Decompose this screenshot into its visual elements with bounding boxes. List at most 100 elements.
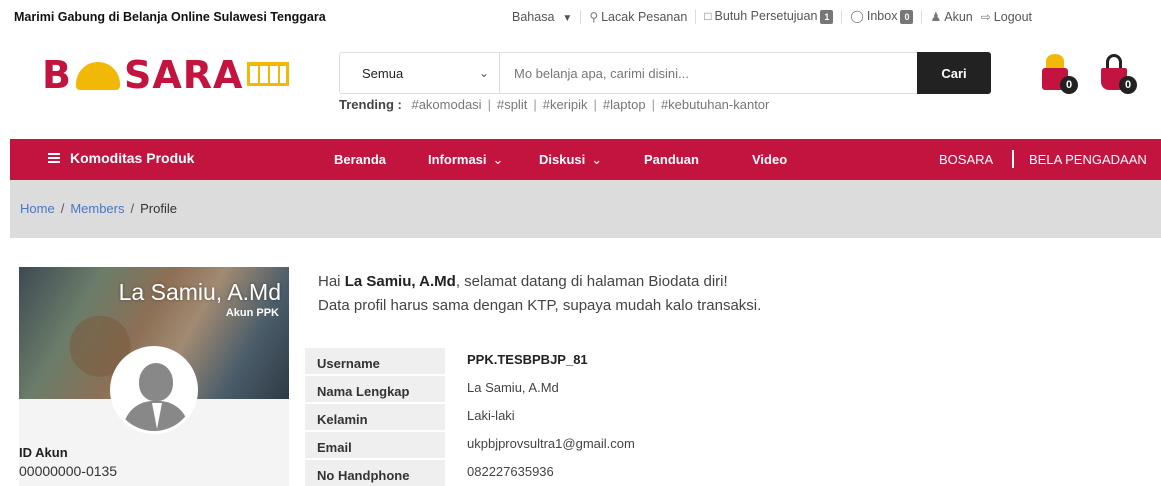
greeting-note: Data profil harus sama dengan KTP, supay… [318,297,762,314]
search-button[interactable]: Cari [917,52,991,94]
divider: | [487,97,491,112]
track-order-link[interactable]: ⚲ Lacak Pesanan [589,10,687,24]
breadcrumb-members[interactable]: Members [70,201,124,216]
divider [580,9,582,24]
chevron-down-icon: ▼ [562,12,573,24]
site-logo[interactable]: B SARA [42,52,290,102]
account-id-value: 00000000-0135 [19,463,118,479]
search-bar: Semua ⌄ Cari [339,52,991,94]
divider: | [533,97,537,112]
category-select[interactable]: Semua ⌄ [340,53,500,93]
field-value: 082227635936 [467,464,554,479]
field-label: Username [305,348,445,374]
clipboard-icon: □ [704,9,712,23]
logout-icon: ⇨ [980,9,991,24]
avatar[interactable] [110,346,198,434]
table-row: Username PPK.TESBPBJP_81 [305,348,1161,376]
trending-tag[interactable]: #akomodasi [411,97,481,112]
field-label: No Handphone [305,460,445,486]
nav-item-panduan[interactable]: Panduan [644,152,699,167]
nav-label: Informasi [428,152,487,167]
greeting-prefix: Hai [318,273,345,290]
top-bar-links: Bahasa ▼ ⚲ Lacak Pesanan □ Butuh Persetujua… [512,9,1032,24]
breadcrumb-home[interactable]: Home [20,201,55,216]
trending-label: Trending : [339,97,402,112]
profile-role: Akun PPK [225,307,279,319]
greeting-name: La Samiu, A.Md [344,273,456,290]
nav-item-bosara[interactable]: BOSARA [939,152,993,167]
user-avatar-icon [139,363,173,401]
table-row: Nama Lengkap La Samiu, A.Md [305,376,1161,404]
language-select[interactable]: Bahasa ▼ [512,10,572,24]
logo-wordmark: B SARA [42,52,290,98]
profile-details-table: Username PPK.TESBPBJP_81 Nama Lengkap La… [305,348,1161,486]
greeting-suffix: , selamat datang di halaman Biodata diri… [455,273,728,290]
chevron-down-icon: ⌄ [492,152,504,167]
field-value: PPK.TESBPBJP_81 [467,352,588,367]
approval-link[interactable]: □ Butuh Persetujuan 1 [704,9,834,24]
field-value: Laki-laki [467,408,515,423]
logo-letter: B [42,53,72,97]
table-row: Email ukpbjprovsultra1@gmail.com [305,432,1161,460]
location-pin-icon: ⚲ [589,9,599,24]
gift-count-badge: 0 [1060,76,1078,94]
cart-count-badge: 0 [1119,76,1137,94]
cart-logo-icon [247,62,290,86]
account-label: Akun [944,9,973,24]
logout-label: Logout [993,9,1033,24]
chevron-down-icon: ⌄ [478,66,489,80]
breadcrumb-current: Profile [140,201,177,216]
inbox-count-badge: 0 [900,10,914,24]
track-order-label: Lacak Pesanan [601,9,688,24]
site-tagline: Marimi Gabung di Belanja Online Sulawesi… [14,10,326,24]
divider [921,9,923,24]
trending-tag[interactable]: #keripik [543,97,588,112]
table-row: No Handphone 082227635936 [305,460,1161,486]
chevron-down-icon: ⌄ [591,152,603,167]
nav-item-beranda[interactable]: Beranda [334,152,386,167]
divider [1012,150,1014,168]
divider [695,9,697,24]
cart-button[interactable]: 0 [1097,50,1137,94]
field-value: La Samiu, A.Md [467,380,559,395]
field-value: ukpbjprovsultra1@gmail.com [467,436,635,451]
divider: | [593,97,597,112]
commodity-menu-button[interactable]: Komoditas Produk [48,150,194,166]
field-label: Email [305,432,445,458]
gift-icon [1046,54,1064,68]
trending-tags: Trending : #akomodasi | #split | #keripik | #l… [339,97,769,112]
account-link[interactable]: ♟ Akun [930,10,972,24]
nav-label: Diskusi [539,152,586,167]
approval-count-badge: 1 [820,10,834,24]
greeting-line: Hai La Samiu, A.Md, selamat datang di ha… [318,270,761,294]
category-value: Semua [362,65,404,81]
trending-tag[interactable]: #split [497,97,527,112]
language-label: Bahasa [512,9,555,24]
user-icon: ♟ [930,9,942,24]
avatar-tie [152,403,162,429]
divider: | [651,97,655,112]
table-row: Kelamin Laki-laki [305,404,1161,432]
trending-tag[interactable]: #kebutuhan-kantor [661,97,769,112]
welcome-message: Hai La Samiu, A.Md, selamat datang di ha… [318,270,761,318]
nav-item-video[interactable]: Video [752,152,787,167]
divider [841,9,843,24]
inbox-label: Inbox [866,9,898,23]
inbox-link[interactable]: ◯ Inbox 0 [850,9,914,24]
field-label: Kelamin [305,404,445,430]
bell-icon [75,62,120,90]
field-label: Nama Lengkap [305,376,445,402]
breadcrumb-separator: / [130,201,135,216]
trending-tag[interactable]: #laptop [603,97,646,112]
profile-card: La Samiu, A.Md Akun PPK ID Akun 00000000… [19,267,289,486]
breadcrumb-separator: / [60,201,65,216]
gift-button[interactable]: 0 [1038,50,1078,94]
approval-label: Butuh Persetujuan [714,9,818,23]
main-nav: Komoditas Produk Beranda Informasi ⌄ Disk… [10,139,1161,180]
logout-link[interactable]: ⇨ Logout [981,10,1032,24]
nav-item-diskusi[interactable]: Diskusi ⌄ [539,152,602,168]
nav-item-informasi[interactable]: Informasi ⌄ [428,152,503,168]
search-input[interactable] [500,53,917,93]
nav-item-bela-pengadaan[interactable]: BELA PENGADAAN [1029,152,1147,167]
breadcrumb: Home / Members / Profile [10,180,1161,238]
